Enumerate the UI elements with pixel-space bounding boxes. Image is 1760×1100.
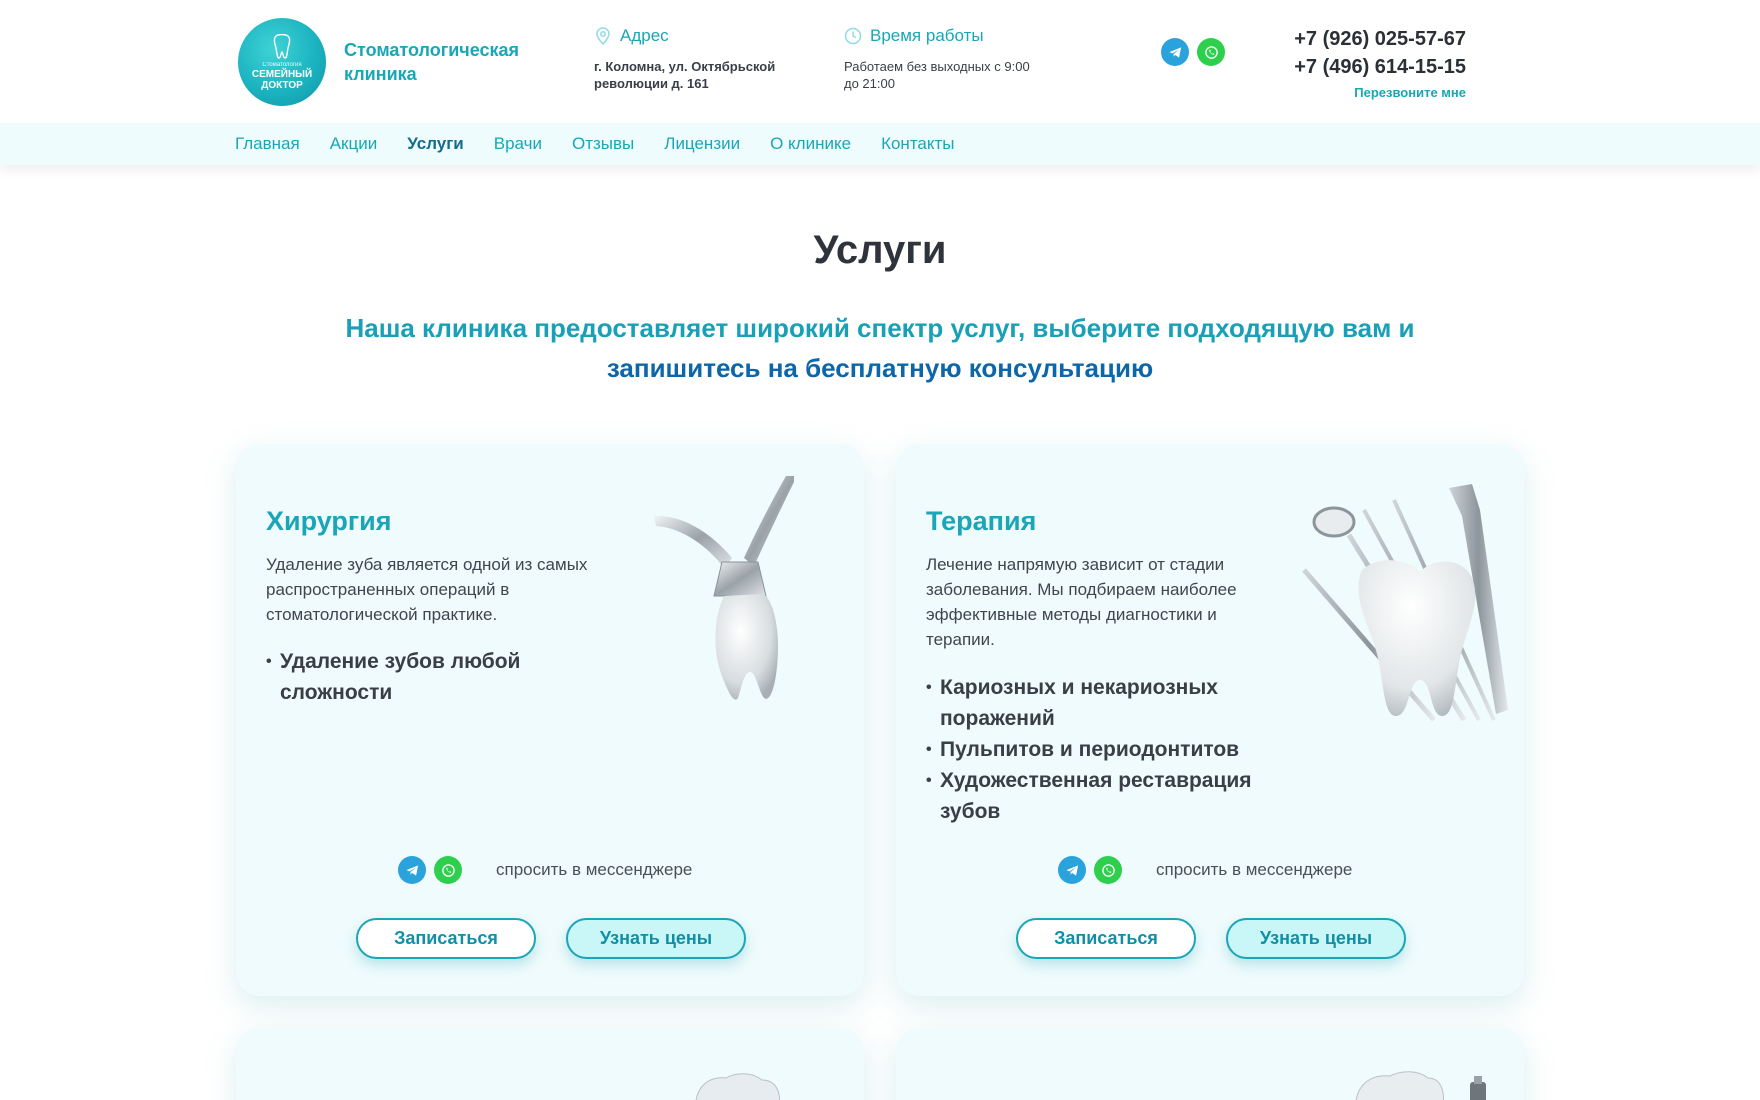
service-card-partial-left: [236, 1028, 864, 1100]
card-bullets: Удаление зубов любой сложности: [266, 646, 626, 708]
clock-icon: [844, 27, 862, 45]
phone-1[interactable]: +7 (926) 025-57-67: [1288, 25, 1466, 53]
card-description: Удаление зуба является одной из самых ра…: [266, 555, 588, 624]
logo-small-text: Стоматология: [262, 61, 302, 68]
list-item: Пульпитов и периодонтитов: [926, 734, 1266, 765]
tooth-implant-illustration: [1355, 1071, 1486, 1100]
header-messengers: [1161, 38, 1225, 66]
nav-item-contacts[interactable]: Контакты: [881, 134, 954, 154]
hours-title: Время работы: [844, 26, 1034, 46]
nav-item-home[interactable]: Главная: [235, 134, 300, 154]
site-header: Стоматология СЕМЕЙНЫЙ ДОКТОР Стоматологи…: [0, 0, 1760, 123]
hours-title-text: Время работы: [870, 26, 984, 45]
free-consultation-link[interactable]: запишитесь на бесплатную консультацию: [607, 353, 1153, 383]
nav-item-doctors[interactable]: Врачи: [494, 134, 542, 154]
whatsapp-icon[interactable]: [1094, 856, 1122, 884]
nav-item-licenses[interactable]: Лицензии: [664, 134, 740, 154]
card-title: Хирургия: [266, 506, 392, 536]
hours-block: Время работы Работаем без выходных с 9:0…: [844, 26, 1034, 92]
page-title: Услуги: [813, 228, 947, 272]
card-buttons: Записаться Узнать цены: [356, 918, 746, 959]
address-block: Адрес г. Коломна, ул. Октябрьской револю…: [594, 26, 794, 92]
logo-line1: СЕМЕЙНЫЙ: [251, 68, 313, 80]
card-messengers: спросить в мессенджере: [1058, 856, 1352, 884]
whatsapp-icon[interactable]: [434, 856, 462, 884]
list-item: Кариозных и некариозных поражений: [926, 672, 1266, 734]
prices-button[interactable]: Узнать цены: [1226, 918, 1406, 959]
list-item: Художественная реставрация зубов: [926, 765, 1266, 827]
subtitle-text: Наша клиника предоставляет широкий спект…: [345, 313, 1415, 343]
address-title: Адрес: [594, 26, 794, 46]
telegram-icon[interactable]: [398, 856, 426, 884]
tooth-illustration: [695, 1073, 780, 1100]
signup-button[interactable]: Записаться: [1016, 918, 1196, 959]
ask-messenger-text: спросить в мессенджере: [496, 860, 693, 879]
main-nav: Главная Акции Услуги Врачи Отзывы Лиценз…: [0, 123, 1760, 165]
dental-tools-tooth-illustration: [1302, 484, 1508, 722]
page-subtitle: Наша клиника предоставляет широкий спект…: [330, 308, 1430, 388]
address-text: г. Коломна, ул. Октябрьской революции д.…: [594, 59, 776, 91]
service-card-partial-right: [896, 1028, 1524, 1100]
address-title-text: Адрес: [620, 26, 669, 45]
card-description: Лечение напрямую зависит от стадии забол…: [926, 555, 1237, 649]
tooth-icon: [273, 33, 291, 59]
phone-2[interactable]: +7 (496) 614-15-15: [1288, 53, 1466, 81]
ask-messenger-text: спросить в мессенджере: [1156, 860, 1353, 879]
forceps-tooth-illustration: [654, 476, 794, 700]
logo-line2: ДОКТОР: [261, 79, 303, 91]
card-title: Терапия: [926, 506, 1037, 536]
nav-item-promotions[interactable]: Акции: [330, 134, 378, 154]
map-pin-icon: [596, 27, 610, 45]
telegram-icon[interactable]: [1161, 38, 1189, 66]
signup-button[interactable]: Записаться: [356, 918, 536, 959]
nav-item-about[interactable]: О клинике: [770, 134, 851, 154]
nav-item-services[interactable]: Услуги: [407, 134, 464, 154]
clinic-name: Стоматологическая клиника: [344, 40, 520, 84]
service-card-surgery: Хирургия Удаление зуба является одной из…: [236, 444, 864, 996]
service-card-therapy: Терапия Лечение напрямую зависит от стад…: [896, 444, 1524, 996]
card-bullets: Кариозных и некариозных поражений Пульпи…: [926, 672, 1266, 827]
nav-item-reviews[interactable]: Отзывы: [572, 134, 634, 154]
callback-link[interactable]: Перезвоните мне: [1288, 85, 1466, 100]
hours-text: Работаем без выходных с 9:00 до 21:00: [844, 59, 1030, 91]
card-buttons: Записаться Узнать цены: [1016, 918, 1406, 959]
phones-block: +7 (926) 025-57-67 +7 (496) 614-15-15 Пе…: [1288, 25, 1466, 100]
prices-button[interactable]: Узнать цены: [566, 918, 746, 959]
telegram-icon[interactable]: [1058, 856, 1086, 884]
list-item: Удаление зубов любой сложности: [266, 646, 626, 708]
card-messengers: спросить в мессенджере: [398, 856, 692, 884]
whatsapp-icon[interactable]: [1197, 38, 1225, 66]
clinic-logo[interactable]: Стоматология СЕМЕЙНЫЙ ДОКТОР: [238, 18, 326, 106]
